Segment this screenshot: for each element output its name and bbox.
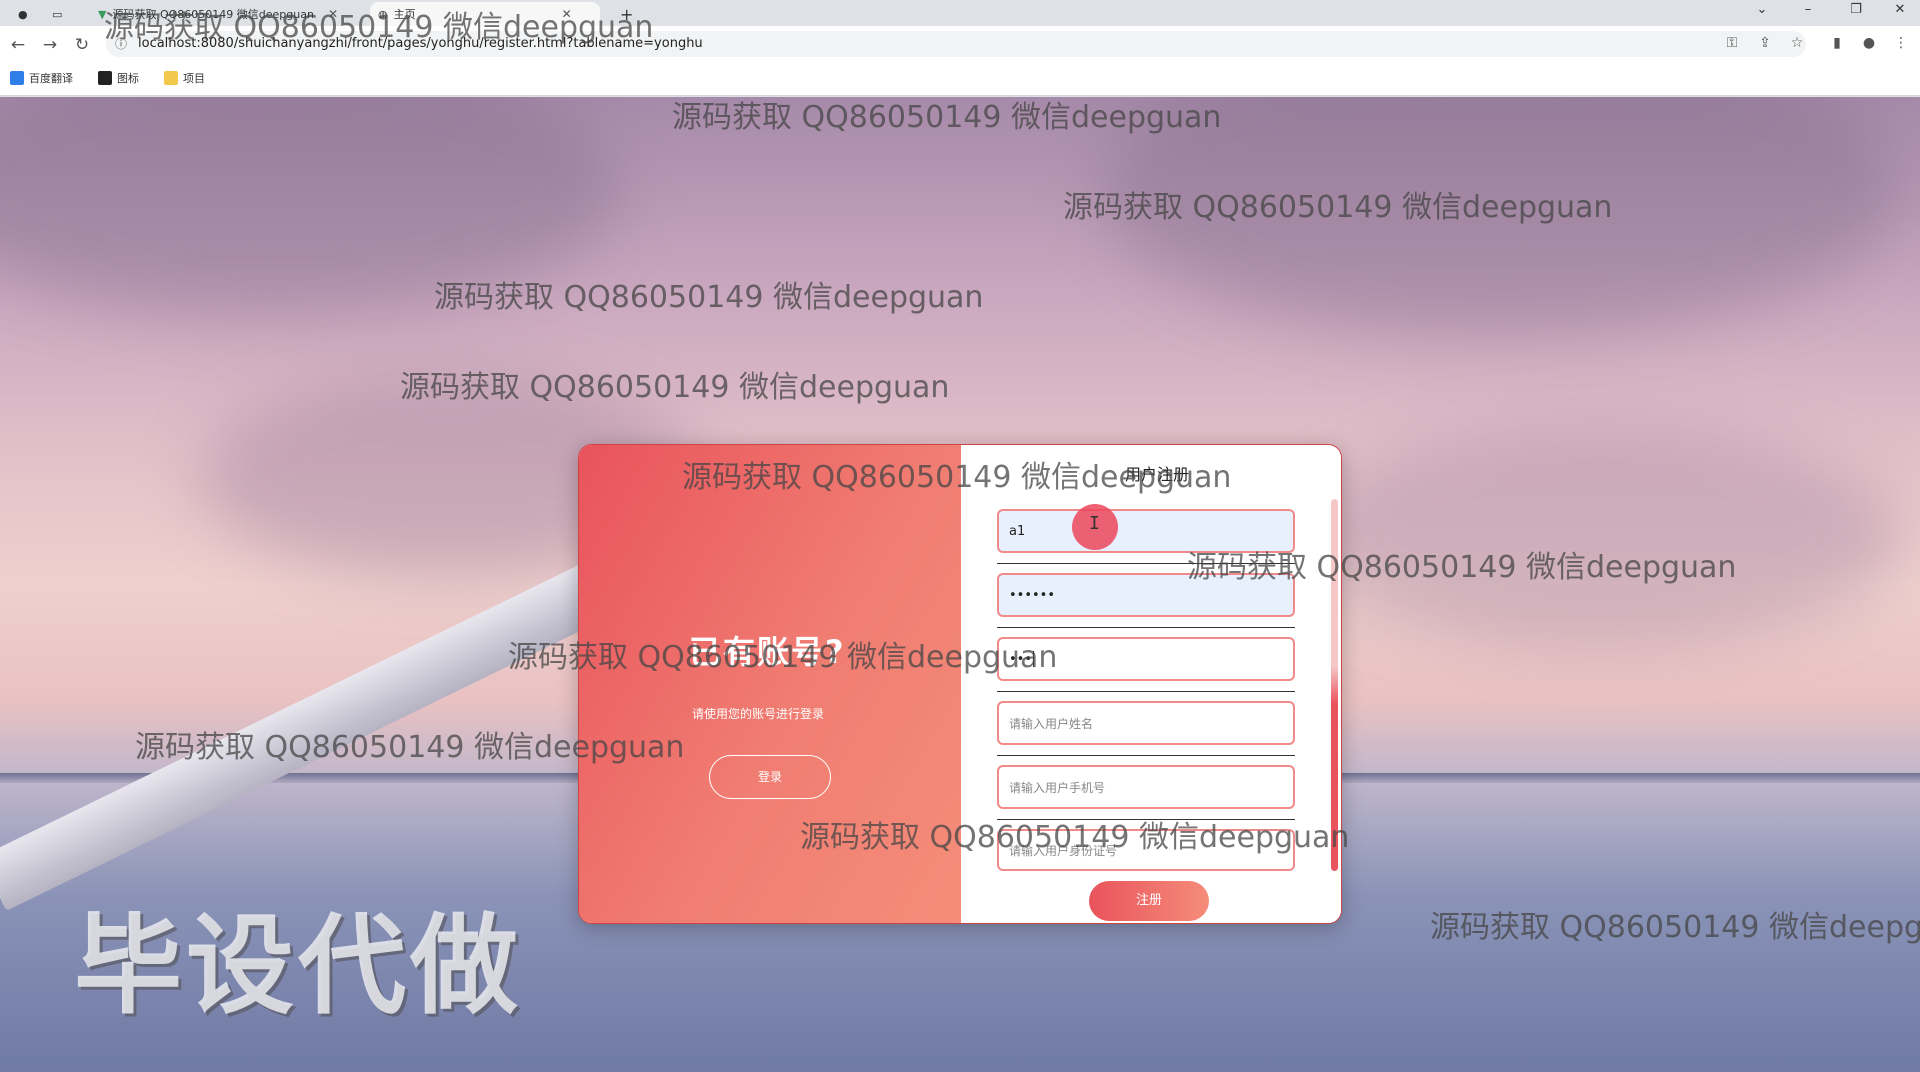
back-icon[interactable]: ← <box>6 35 30 55</box>
phone-input[interactable]: 请输入用户手机号 <box>997 765 1295 809</box>
login-hint: 请使用您的账号进行登录 <box>692 707 825 721</box>
have-account-title: 已有账号? <box>689 633 846 671</box>
bookmark-project[interactable]: 项目 <box>164 70 205 86</box>
login-button[interactable]: 登录 <box>709 755 831 799</box>
info-icon[interactable]: ⓘ <box>115 35 127 52</box>
tab-inactive[interactable]: ▼ 源码获取 QQ86050149 微信deepguan ✕ <box>90 2 350 26</box>
password-value: •••••• <box>1009 587 1056 603</box>
idcard-input[interactable]: 请输入用户身份证号 <box>997 829 1295 871</box>
tab-label: 源码获取 QQ86050149 微信deepguan <box>112 8 314 21</box>
share-icon[interactable]: ⇪ <box>1754 35 1776 51</box>
divider <box>997 755 1295 756</box>
tab-label: 主页 <box>393 8 416 21</box>
password-input[interactable]: •••••• <box>997 573 1295 617</box>
text-caret <box>1033 651 1035 667</box>
url-text: localhost:8080/shuichanyangzhi/front/pag… <box>138 36 703 51</box>
star-icon[interactable]: ☆ <box>1786 35 1808 51</box>
restore-icon[interactable]: ❐ <box>1836 2 1876 17</box>
phone-placeholder: 请输入用户手机号 <box>1009 780 1106 795</box>
text-cursor-icon: I <box>1089 513 1100 534</box>
image-icon <box>98 71 112 85</box>
menu-icon[interactable]: ⋮ <box>1890 35 1912 51</box>
page-background: 毕设代做 已有账号? 请使用您的账号进行登录 登录 用户注册 a1 ••••••… <box>0 97 1920 1072</box>
minimize-icon[interactable]: – <box>1788 2 1828 17</box>
register-form: 用户注册 a1 •••••• ••• 请输入用户姓名 请输入用户手机号 请输入用… <box>961 445 1341 923</box>
forward-icon[interactable]: → <box>38 35 62 55</box>
bookmark-icons[interactable]: 图标 <box>98 70 139 86</box>
divider <box>997 627 1295 628</box>
key-icon[interactable]: ⚿ <box>1721 35 1743 51</box>
cloud <box>1300 427 1900 647</box>
profile-icon[interactable]: ● <box>1858 35 1880 51</box>
confirm-password-value: ••• <box>1009 651 1033 667</box>
confirm-password-input[interactable]: ••• <box>997 637 1295 681</box>
new-tab-button[interactable]: + <box>612 2 641 26</box>
account-value: a1 <box>1009 523 1026 539</box>
cloud <box>1100 97 1900 337</box>
login-panel: 已有账号? 请使用您的账号进行登录 登录 <box>579 445 961 923</box>
divider <box>997 819 1295 820</box>
browser-toolbar: ← → ↻ ⓘ localhost:8080/shuichanyangzhi/f… <box>0 26 1920 96</box>
divider <box>997 691 1295 692</box>
form-scrollbar[interactable] <box>1331 499 1338 871</box>
divider <box>997 563 1295 564</box>
translate-icon <box>10 71 24 85</box>
bookmark-label: 项目 <box>183 72 205 85</box>
cloud <box>0 97 620 317</box>
tab-active[interactable]: ◍ 主页 ✕ <box>370 2 600 26</box>
browser-tab-bar: ● ▭ ▼ 源码获取 QQ86050149 微信deepguan ✕ ◍ 主页 … <box>0 0 1920 26</box>
bookmark-label: 图标 <box>117 72 139 85</box>
brand-watermark: 毕设代做 <box>74 904 523 1029</box>
close-icon[interactable]: ✕ <box>562 7 572 21</box>
register-button[interactable]: 注册 <box>1089 881 1209 921</box>
bookmark-label: 百度翻译 <box>29 72 73 85</box>
window-close-icon[interactable]: ✕ <box>1880 2 1920 17</box>
folder-icon <box>164 71 178 85</box>
vue-icon: ▼ <box>98 7 107 21</box>
chevron-down-icon[interactable]: ⌄ <box>1742 2 1782 17</box>
register-card: 已有账号? 请使用您的账号进行登录 登录 用户注册 a1 •••••• ••• … <box>578 444 1342 924</box>
name-placeholder: 请输入用户姓名 <box>1009 716 1094 731</box>
bookmark-translate[interactable]: 百度翻译 <box>10 70 73 86</box>
reload-icon[interactable]: ↻ <box>70 35 94 55</box>
account-input[interactable]: a1 <box>997 509 1295 553</box>
close-icon[interactable]: ✕ <box>328 7 338 21</box>
address-bar[interactable]: ⓘ localhost:8080/shuichanyangzhi/front/p… <box>106 31 1806 57</box>
form-title: 用户注册 <box>1124 465 1189 484</box>
tab-blank[interactable]: ▭ <box>44 2 70 26</box>
globe-icon: ◍ <box>378 7 388 21</box>
idcard-placeholder: 请输入用户身份证号 <box>1009 843 1118 858</box>
sidebar-icon[interactable]: ▮ <box>1826 35 1848 51</box>
tab-icon-chrome[interactable]: ● <box>10 2 36 26</box>
name-input[interactable]: 请输入用户姓名 <box>997 701 1295 745</box>
